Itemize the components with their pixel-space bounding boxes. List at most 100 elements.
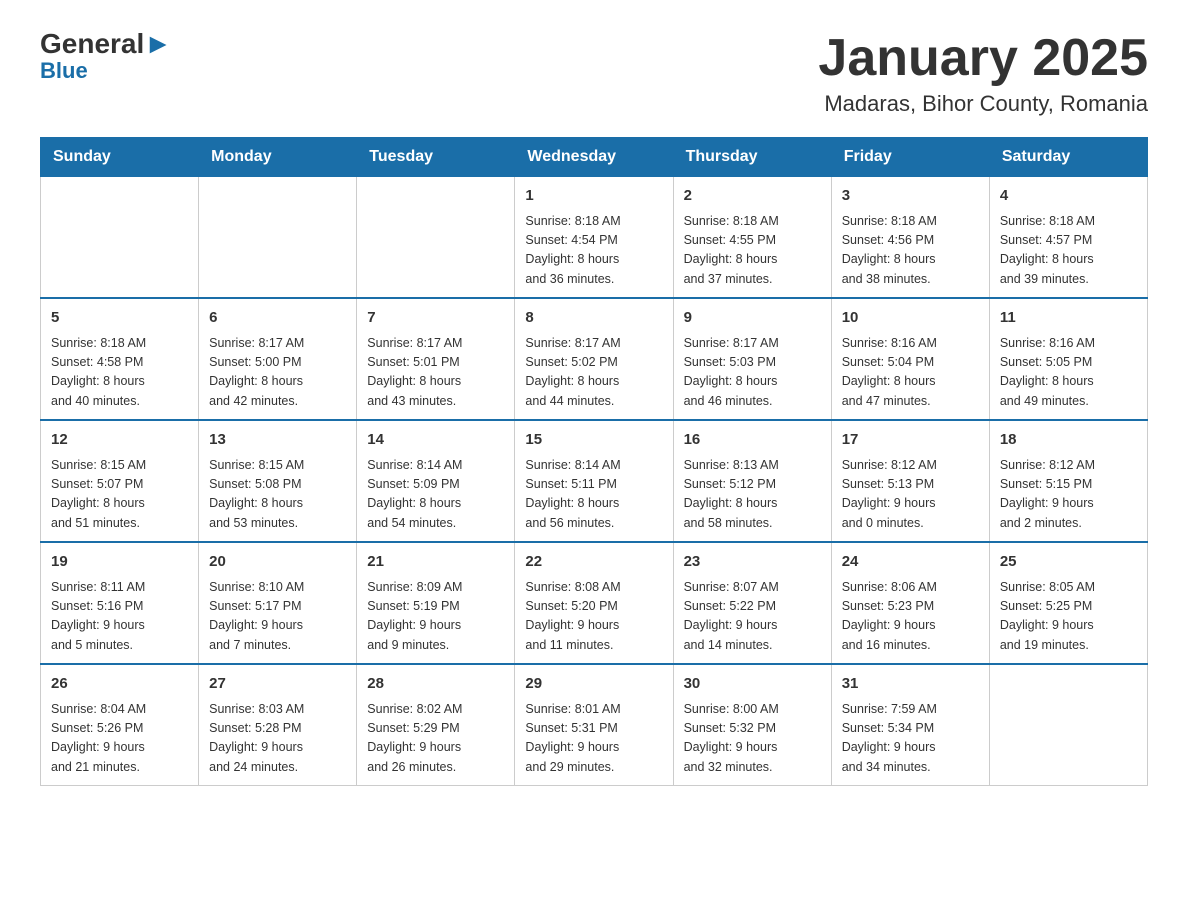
day-info: Sunrise: 8:14 AMSunset: 5:09 PMDaylight:…: [367, 456, 504, 534]
day-number: 4: [1000, 185, 1137, 208]
day-number: 23: [684, 551, 821, 574]
day-number: 29: [525, 673, 662, 696]
day-number: 18: [1000, 429, 1137, 452]
calendar-day-30: 30 Sunrise: 8:00 AMSunset: 5:32 PMDayligh…: [673, 664, 831, 786]
calendar-day-19: 19 Sunrise: 8:11 AMSunset: 5:16 PMDayligh…: [41, 542, 199, 664]
calendar-day-3: 3 Sunrise: 8:18 AMSunset: 4:56 PMDaylight…: [831, 177, 989, 299]
day-number: 19: [51, 551, 188, 574]
day-number: 12: [51, 429, 188, 452]
logo-arrow-icon: ►: [144, 28, 172, 59]
calendar-header-saturday: Saturday: [989, 138, 1147, 177]
day-info: Sunrise: 8:18 AMSunset: 4:57 PMDaylight:…: [1000, 212, 1137, 290]
day-number: 28: [367, 673, 504, 696]
calendar-day-22: 22 Sunrise: 8:08 AMSunset: 5:20 PMDayligh…: [515, 542, 673, 664]
calendar-day-20: 20Sunrise: 8:10 AMSunset: 5:17 PMDayligh…: [199, 542, 357, 664]
calendar-day-26: 26Sunrise: 8:04 AMSunset: 5:26 PMDayligh…: [41, 664, 199, 786]
day-info: Sunrise: 8:17 AMSunset: 5:03 PMDaylight:…: [684, 334, 821, 412]
calendar-day-15: 15 Sunrise: 8:14 AMSunset: 5:11 PMDayligh…: [515, 420, 673, 542]
day-number: 8: [525, 307, 662, 330]
calendar-day-2: 2 Sunrise: 8:18 AMSunset: 4:55 PMDaylight…: [673, 177, 831, 299]
day-number: 22: [525, 551, 662, 574]
day-number: 13: [209, 429, 346, 452]
calendar-empty-cell: [41, 177, 199, 299]
day-number: 25: [1000, 551, 1137, 574]
calendar-week-row: 5Sunrise: 8:18 AMSunset: 4:58 PMDaylight…: [41, 298, 1148, 420]
day-info: Sunrise: 8:15 AMSunset: 5:08 PMDaylight:…: [209, 456, 346, 534]
day-info: Sunrise: 8:13 AMSunset: 5:12 PMDaylight:…: [684, 456, 821, 534]
calendar-header-monday: Monday: [199, 138, 357, 177]
day-info: Sunrise: 8:18 AMSunset: 4:56 PMDaylight:…: [842, 212, 979, 290]
day-number: 24: [842, 551, 979, 574]
day-number: 2: [684, 185, 821, 208]
calendar-day-6: 6 Sunrise: 8:17 AMSunset: 5:00 PMDaylight…: [199, 298, 357, 420]
calendar-day-13: 13 Sunrise: 8:15 AMSunset: 5:08 PMDayligh…: [199, 420, 357, 542]
day-number: 14: [367, 429, 504, 452]
calendar-day-7: 7 Sunrise: 8:17 AMSunset: 5:01 PMDaylight…: [357, 298, 515, 420]
calendar-day-14: 14 Sunrise: 8:14 AMSunset: 5:09 PMDayligh…: [357, 420, 515, 542]
day-info: Sunrise: 8:00 AMSunset: 5:32 PMDaylight:…: [684, 700, 821, 778]
day-info: Sunrise: 8:04 AMSunset: 5:26 PMDaylight:…: [51, 700, 188, 778]
day-number: 21: [367, 551, 504, 574]
day-number: 6: [209, 307, 346, 330]
day-info: Sunrise: 8:17 AMSunset: 5:02 PMDaylight:…: [525, 334, 662, 412]
day-info: Sunrise: 8:15 AMSunset: 5:07 PMDaylight:…: [51, 456, 188, 534]
day-info: Sunrise: 8:08 AMSunset: 5:20 PMDaylight:…: [525, 578, 662, 656]
calendar-day-11: 11 Sunrise: 8:16 AMSunset: 5:05 PMDayligh…: [989, 298, 1147, 420]
day-info: Sunrise: 8:16 AMSunset: 5:05 PMDaylight:…: [1000, 334, 1137, 412]
day-info: Sunrise: 8:16 AMSunset: 5:04 PMDaylight:…: [842, 334, 979, 412]
day-number: 17: [842, 429, 979, 452]
day-number: 7: [367, 307, 504, 330]
day-info: Sunrise: 8:11 AMSunset: 5:16 PMDaylight:…: [51, 578, 188, 656]
day-info: Sunrise: 8:07 AMSunset: 5:22 PMDaylight:…: [684, 578, 821, 656]
calendar-day-25: 25Sunrise: 8:05 AMSunset: 5:25 PMDayligh…: [989, 542, 1147, 664]
calendar-day-31: 31Sunrise: 7:59 AMSunset: 5:34 PMDayligh…: [831, 664, 989, 786]
calendar-day-29: 29 Sunrise: 8:01 AMSunset: 5:31 PMDayligh…: [515, 664, 673, 786]
logo: General► Blue: [40, 30, 172, 84]
calendar-day-1: 1 Sunrise: 8:18 AMSunset: 4:54 PMDaylight…: [515, 177, 673, 299]
calendar-day-16: 16 Sunrise: 8:13 AMSunset: 5:12 PMDayligh…: [673, 420, 831, 542]
calendar-day-18: 18 Sunrise: 8:12 AMSunset: 5:15 PMDayligh…: [989, 420, 1147, 542]
day-number: 10: [842, 307, 979, 330]
day-number: 27: [209, 673, 346, 696]
title-section: January 2025 Madaras, Bihor County, Roma…: [818, 30, 1148, 117]
day-number: 15: [525, 429, 662, 452]
day-info: Sunrise: 8:14 AMSunset: 5:11 PMDaylight:…: [525, 456, 662, 534]
day-info: Sunrise: 8:12 AMSunset: 5:15 PMDaylight:…: [1000, 456, 1137, 534]
day-number: 16: [684, 429, 821, 452]
calendar-day-17: 17 Sunrise: 8:12 AMSunset: 5:13 PMDayligh…: [831, 420, 989, 542]
calendar-day-9: 9 Sunrise: 8:17 AMSunset: 5:03 PMDaylight…: [673, 298, 831, 420]
day-number: 30: [684, 673, 821, 696]
logo-blue-text: Blue: [40, 58, 88, 84]
logo-general-text: General►: [40, 30, 172, 58]
calendar-header-sunday: Sunday: [41, 138, 199, 177]
day-info: Sunrise: 8:10 AMSunset: 5:17 PMDaylight:…: [209, 578, 346, 656]
day-info: Sunrise: 8:18 AMSunset: 4:58 PMDaylight:…: [51, 334, 188, 412]
day-number: 9: [684, 307, 821, 330]
day-info: Sunrise: 8:17 AMSunset: 5:01 PMDaylight:…: [367, 334, 504, 412]
day-number: 1: [525, 185, 662, 208]
calendar-day-4: 4 Sunrise: 8:18 AMSunset: 4:57 PMDaylight…: [989, 177, 1147, 299]
calendar-header-thursday: Thursday: [673, 138, 831, 177]
calendar-week-row: 26Sunrise: 8:04 AMSunset: 5:26 PMDayligh…: [41, 664, 1148, 786]
day-info: Sunrise: 8:02 AMSunset: 5:29 PMDaylight:…: [367, 700, 504, 778]
calendar-day-12: 12 Sunrise: 8:15 AMSunset: 5:07 PMDayligh…: [41, 420, 199, 542]
day-info: Sunrise: 8:18 AMSunset: 4:54 PMDaylight:…: [525, 212, 662, 290]
day-info: Sunrise: 8:17 AMSunset: 5:00 PMDaylight:…: [209, 334, 346, 412]
day-info: Sunrise: 8:18 AMSunset: 4:55 PMDaylight:…: [684, 212, 821, 290]
day-number: 11: [1000, 307, 1137, 330]
calendar-table: SundayMondayTuesdayWednesdayThursdayFrid…: [40, 137, 1148, 786]
day-number: 3: [842, 185, 979, 208]
day-info: Sunrise: 8:09 AMSunset: 5:19 PMDaylight:…: [367, 578, 504, 656]
calendar-week-row: 12 Sunrise: 8:15 AMSunset: 5:07 PMDayligh…: [41, 420, 1148, 542]
calendar-header-row: SundayMondayTuesdayWednesdayThursdayFrid…: [41, 138, 1148, 177]
calendar-header-friday: Friday: [831, 138, 989, 177]
day-info: Sunrise: 8:12 AMSunset: 5:13 PMDaylight:…: [842, 456, 979, 534]
calendar-day-10: 10 Sunrise: 8:16 AMSunset: 5:04 PMDayligh…: [831, 298, 989, 420]
calendar-header-tuesday: Tuesday: [357, 138, 515, 177]
calendar-day-5: 5Sunrise: 8:18 AMSunset: 4:58 PMDaylight…: [41, 298, 199, 420]
subtitle: Madaras, Bihor County, Romania: [818, 91, 1148, 117]
calendar-week-row: 19 Sunrise: 8:11 AMSunset: 5:16 PMDayligh…: [41, 542, 1148, 664]
day-info: Sunrise: 8:01 AMSunset: 5:31 PMDaylight:…: [525, 700, 662, 778]
day-info: Sunrise: 8:03 AMSunset: 5:28 PMDaylight:…: [209, 700, 346, 778]
main-title: January 2025: [818, 30, 1148, 87]
